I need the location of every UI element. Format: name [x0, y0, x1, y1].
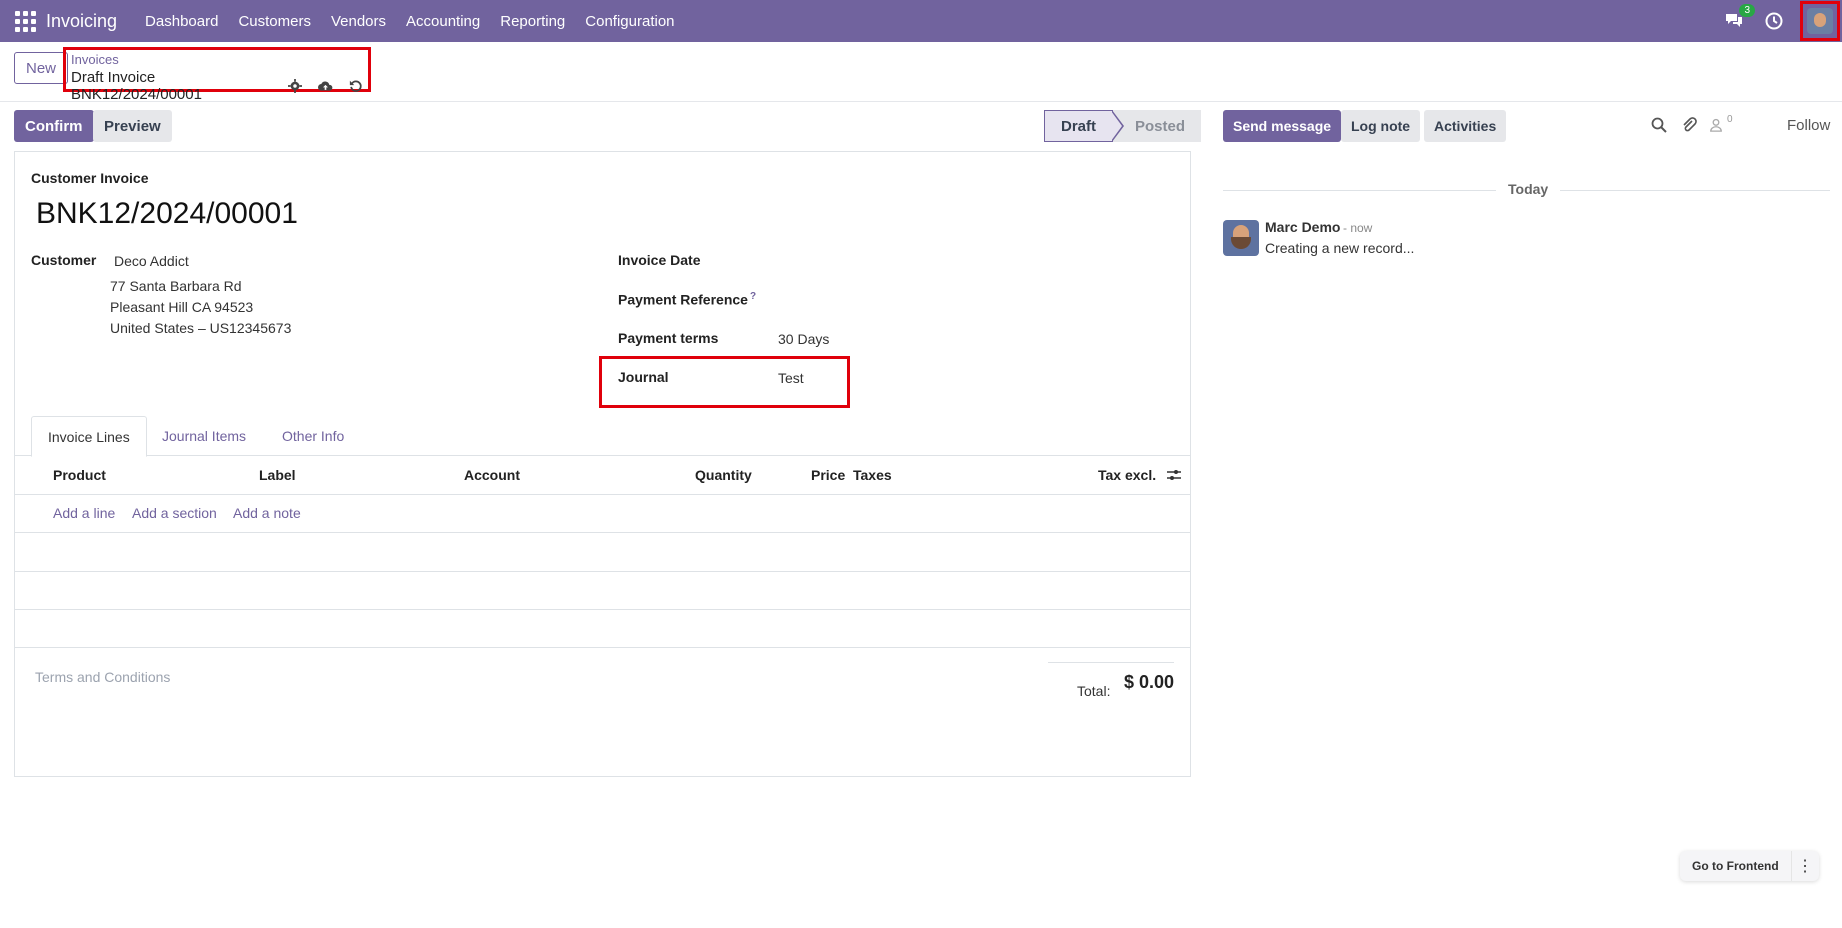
top-navbar: Invoicing Dashboard Customers Vendors Ac… [0, 0, 1842, 42]
message-author-avatar[interactable] [1223, 220, 1259, 256]
total-value: $ 0.00 [1124, 672, 1175, 692]
invoice-lines-header: Product Label Account Quantity Price Tax… [15, 456, 1190, 495]
add-line-link[interactable]: Add a line [53, 505, 115, 521]
empty-row [15, 534, 1190, 572]
payment-reference-label: Payment Reference? [618, 291, 756, 308]
customer-name[interactable]: Deco Addict [114, 253, 189, 269]
go-to-frontend-button[interactable]: Go to Frontend [1680, 851, 1791, 881]
menu-configuration[interactable]: Configuration [585, 13, 674, 30]
add-note-link[interactable]: Add a note [233, 505, 301, 521]
frontend-pill: Go to Frontend ⋮ [1680, 851, 1819, 881]
payment-reference-text: Payment Reference [618, 291, 748, 308]
control-panel: New Invoices Draft Invoice BNK12/2024/00… [0, 42, 1842, 103]
more-options-icon[interactable]: ⋮ [1790, 851, 1819, 881]
stage-posted[interactable]: Posted [1113, 110, 1202, 142]
confirm-button[interactable]: Confirm [14, 110, 94, 142]
invoice-form-sheet: Customer Invoice BNK12/2024/00001 Custom… [14, 151, 1191, 777]
user-avatar-highlight[interactable] [1800, 1, 1840, 41]
document-type: Customer Invoice [31, 170, 149, 186]
col-price[interactable]: Price [811, 467, 845, 483]
journal-value[interactable]: Test [778, 370, 804, 386]
help-icon[interactable]: ? [750, 291, 756, 302]
payment-terms-label: Payment terms [618, 330, 719, 346]
customer-address-line1: 77 Santa Barbara Rd [110, 278, 242, 294]
app-brand[interactable]: Invoicing [46, 11, 117, 32]
discard-icon[interactable] [349, 79, 363, 94]
log-note-button[interactable]: Log note [1341, 110, 1421, 142]
col-tax-excl[interactable]: Tax excl. [1098, 467, 1156, 483]
menu-accounting[interactable]: Accounting [406, 13, 480, 30]
customer-address-line2: Pleasant Hill CA 94523 [110, 299, 254, 315]
follow-button[interactable]: Follow [1787, 117, 1830, 134]
empty-row [15, 572, 1190, 610]
messages-badge: 3 [1739, 4, 1755, 17]
date-separator: Today [1496, 181, 1561, 197]
menu-vendors[interactable]: Vendors [331, 13, 386, 30]
preview-button[interactable]: Preview [93, 110, 172, 142]
cloud-upload-icon[interactable] [318, 79, 333, 94]
menu-customers[interactable]: Customers [238, 13, 311, 30]
invoice-number[interactable]: BNK12/2024/00001 [36, 197, 298, 231]
notebook-tabs: Invoice Lines Journal Items Other Info [15, 416, 1190, 457]
followers-icon[interactable] [1709, 117, 1726, 134]
col-product[interactable]: Product [53, 467, 106, 483]
payment-terms-value[interactable]: 30 Days [778, 331, 829, 347]
search-icon[interactable] [1651, 117, 1668, 134]
message-author[interactable]: Marc Demo [1265, 219, 1340, 235]
add-section-link[interactable]: Add a section [132, 505, 217, 521]
customer-label: Customer [31, 252, 97, 268]
message-body: Creating a new record... [1265, 240, 1415, 256]
terms-and-conditions-field[interactable]: Terms and Conditions [35, 669, 170, 685]
journal-label: Journal [618, 369, 669, 385]
breadcrumb: Invoices Draft Invoice BNK12/2024/00001 [63, 47, 371, 103]
activities-button[interactable]: Activities [1424, 110, 1507, 142]
apps-menu-icon[interactable] [14, 10, 36, 32]
menu-dashboard[interactable]: Dashboard [145, 13, 218, 30]
new-button[interactable]: New [14, 52, 69, 84]
column-settings-icon[interactable] [1166, 467, 1182, 483]
gear-icon[interactable] [288, 79, 302, 94]
breadcrumb-parent-link[interactable]: Invoices [71, 52, 363, 67]
col-label[interactable]: Label [259, 467, 296, 483]
paperclip-icon[interactable] [1681, 117, 1698, 134]
tab-journal-items[interactable]: Journal Items [146, 416, 262, 456]
tab-invoice-lines[interactable]: Invoice Lines [31, 416, 147, 457]
stage-draft[interactable]: Draft [1044, 110, 1125, 142]
add-row: Add a line Add a section Add a note [15, 495, 1190, 533]
empty-row [15, 610, 1190, 648]
follower-count: 0 [1727, 114, 1733, 125]
status-bar: Draft Posted [1044, 110, 1202, 142]
menu-reporting[interactable]: Reporting [500, 13, 565, 30]
tab-other-info[interactable]: Other Info [266, 416, 360, 456]
col-account[interactable]: Account [464, 467, 520, 483]
col-quantity[interactable]: Quantity [695, 467, 752, 483]
invoice-date-label: Invoice Date [618, 252, 701, 268]
col-taxes[interactable]: Taxes [853, 467, 892, 483]
breadcrumb-current: Draft Invoice BNK12/2024/00001 [71, 69, 202, 103]
total-label: Total: [1077, 683, 1111, 699]
send-message-button[interactable]: Send message [1223, 110, 1342, 142]
activity-clock-icon[interactable] [1764, 11, 1784, 31]
user-avatar[interactable] [1807, 8, 1833, 34]
message-time: - now [1343, 221, 1373, 235]
messages-icon[interactable]: 3 [1724, 4, 1755, 32]
customer-address-line3: United States – US12345673 [110, 320, 292, 336]
